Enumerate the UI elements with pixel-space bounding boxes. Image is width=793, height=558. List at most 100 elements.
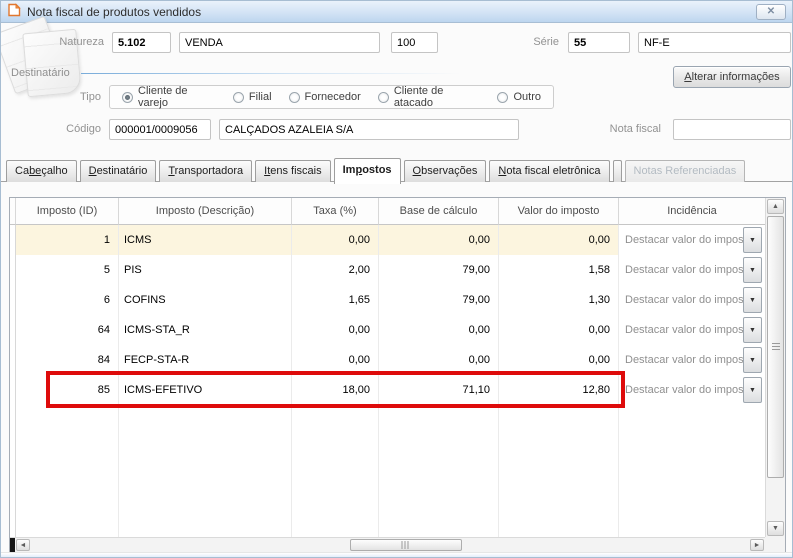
cell-valor-do-imposto[interactable]: 0,00 — [499, 315, 619, 345]
grid-header-imposto-descricao[interactable]: Imposto (Descrição) — [119, 198, 292, 225]
cell-base-de-calculo[interactable]: 0,00 — [379, 345, 499, 375]
tab-nota-fiscal-eletronica[interactable]: Nota fiscal eletrônica — [489, 160, 610, 182]
scroll-up-icon[interactable]: ▲ — [767, 199, 784, 214]
titlebar: Nota fiscal de produtos vendidos ✕ — [1, 1, 792, 23]
cell-imposto-descricao[interactable]: ICMS — [119, 225, 292, 255]
dropdown-arrow-icon[interactable]: ▼ — [743, 287, 762, 313]
tab-observacoes[interactable]: Observações — [403, 160, 487, 182]
dropdown-arrow-icon[interactable]: ▼ — [743, 347, 762, 373]
radio-button-icon — [288, 91, 300, 103]
cell-base-de-calculo[interactable]: 79,00 — [379, 285, 499, 315]
nota-fiscal-field[interactable] — [673, 119, 791, 140]
tab-cabecalho[interactable]: Cabeçalho — [6, 160, 77, 182]
radio-button-icon — [232, 91, 244, 103]
cell-taxa[interactable]: 0,00 — [292, 315, 379, 345]
dropdown-arrow-icon[interactable]: ▼ — [743, 257, 762, 283]
cell-taxa[interactable]: 18,00 — [292, 375, 379, 405]
tab-impostos[interactable]: Impostos — [333, 158, 401, 184]
cell-valor-do-imposto[interactable]: 1,30 — [499, 285, 619, 315]
fixed-column-divider — [10, 538, 15, 552]
cell-incidencia-combo[interactable]: Destacar valor do imposto ▼ — [619, 255, 765, 285]
cell-valor-do-imposto[interactable]: 0,00 — [499, 225, 619, 255]
tipo-radio-group: Cliente de varejo Filial Fornecedor Clie… — [109, 85, 554, 109]
horizontal-scrollbar[interactable]: ◄ ► — [10, 537, 765, 552]
scrollbar-corner — [765, 537, 785, 552]
radio-button-icon — [122, 91, 133, 103]
cell-base-de-calculo[interactable]: 79,00 — [379, 255, 499, 285]
grid-filler — [499, 405, 619, 537]
grid-filler — [16, 405, 119, 537]
alterar-informacoes-button[interactable]: Alterar informações — [673, 66, 791, 88]
horizontal-scrollbar-thumb[interactable] — [350, 539, 462, 551]
cell-imposto-descricao[interactable]: FECP-STA-R — [119, 345, 292, 375]
cell-taxa[interactable]: 0,00 — [292, 345, 379, 375]
serie-label: Série — [533, 36, 559, 48]
codigo-label: Código — [66, 123, 101, 135]
impostos-grid: Imposto (ID) Imposto (Descrição) Taxa (%… — [9, 197, 786, 553]
grid-header-valor-do-imposto[interactable]: Valor do imposto — [499, 198, 619, 225]
radio-cliente-de-varejo[interactable]: Cliente de varejo — [122, 85, 216, 109]
cliente-nome-field[interactable] — [219, 119, 519, 140]
grid-header-imposto-id[interactable]: Imposto (ID) — [16, 198, 119, 225]
grid-filler — [379, 405, 499, 537]
cell-taxa[interactable]: 0,00 — [292, 225, 379, 255]
cell-imposto-descricao[interactable]: ICMS-EFETIVO — [119, 375, 292, 405]
natureza-code-field[interactable] — [112, 32, 171, 53]
radio-cliente-de-atacado[interactable]: Cliente de atacado — [377, 85, 481, 109]
codigo-field[interactable] — [109, 119, 211, 140]
dropdown-arrow-icon[interactable]: ▼ — [743, 317, 762, 343]
document-icon — [7, 3, 21, 20]
cell-imposto-id[interactable]: 1 — [16, 225, 119, 255]
destinatario-group-label: Destinatário — [11, 67, 70, 79]
radio-outro[interactable]: Outro — [497, 91, 541, 103]
scroll-left-icon[interactable]: ◄ — [16, 539, 30, 551]
dropdown-arrow-icon[interactable]: ▼ — [743, 227, 762, 253]
tab-itens-fiscais[interactable]: Itens fiscais — [255, 160, 331, 182]
cell-imposto-id[interactable]: 84 — [16, 345, 119, 375]
cell-imposto-descricao[interactable]: COFINS — [119, 285, 292, 315]
cell-taxa[interactable]: 1,65 — [292, 285, 379, 315]
vertical-scrollbar-thumb[interactable] — [767, 216, 784, 478]
cell-incidencia-combo[interactable]: Destacar valor do imposto ▼ — [619, 315, 765, 345]
radio-filial[interactable]: Filial — [232, 91, 272, 103]
close-button[interactable]: ✕ — [756, 3, 786, 20]
serie-name-field[interactable] — [638, 32, 791, 53]
natureza-name-field[interactable] — [179, 32, 380, 53]
natureza-label: Natureza — [59, 36, 104, 48]
cell-imposto-descricao[interactable]: PIS — [119, 255, 292, 285]
vertical-scrollbar[interactable]: ▲ ▼ — [765, 198, 785, 537]
cell-base-de-calculo[interactable]: 0,00 — [379, 225, 499, 255]
cell-imposto-id[interactable]: 6 — [16, 285, 119, 315]
cell-valor-do-imposto[interactable]: 0,00 — [499, 345, 619, 375]
cell-imposto-id[interactable]: 64 — [16, 315, 119, 345]
cell-incidencia-combo[interactable]: Destacar valor do imposto ▼ — [619, 345, 765, 375]
tabstrip: Cabeçalho Destinatário Transportadora It… — [6, 158, 746, 184]
cell-base-de-calculo[interactable]: 0,00 — [379, 315, 499, 345]
cell-imposto-id[interactable]: 85 — [16, 375, 119, 405]
radio-fornecedor[interactable]: Fornecedor — [288, 91, 361, 103]
serie-code-field[interactable] — [568, 32, 630, 53]
cell-imposto-id[interactable]: 5 — [16, 255, 119, 285]
tab-destinatario[interactable]: Destinatário — [79, 160, 157, 182]
dropdown-arrow-icon[interactable]: ▼ — [743, 377, 762, 403]
thumb-grip-icon — [771, 343, 780, 351]
cell-incidencia-combo[interactable]: Destacar valor do imposto ▼ — [619, 375, 765, 405]
cell-valor-do-imposto[interactable]: 12,80 — [499, 375, 619, 405]
cell-valor-do-imposto[interactable]: 1,58 — [499, 255, 619, 285]
grid-filler — [292, 405, 379, 537]
scroll-down-icon[interactable]: ▼ — [767, 521, 784, 536]
natureza-number-field[interactable] — [391, 32, 438, 53]
cell-base-de-calculo[interactable]: 71,10 — [379, 375, 499, 405]
cell-incidencia-combo[interactable]: Destacar valor do imposto ▼ — [619, 285, 765, 315]
grid-header-incidencia[interactable]: Incidência — [619, 198, 765, 225]
window-title: Nota fiscal de produtos vendidos — [27, 4, 202, 19]
scroll-right-icon[interactable]: ► — [750, 539, 764, 551]
cell-imposto-descricao[interactable]: ICMS-STA_R — [119, 315, 292, 345]
tab-transportadora[interactable]: Transportadora — [159, 160, 253, 182]
nota-fiscal-label: Nota fiscal — [609, 123, 661, 135]
cell-taxa[interactable]: 2,00 — [292, 255, 379, 285]
grid-header-taxa[interactable]: Taxa (%) — [292, 198, 379, 225]
tab-spacer — [612, 160, 622, 182]
grid-header-base-de-calculo[interactable]: Base de cálculo — [379, 198, 499, 225]
cell-incidencia-combo[interactable]: Destacar valor do imposto ▼ — [619, 225, 765, 255]
